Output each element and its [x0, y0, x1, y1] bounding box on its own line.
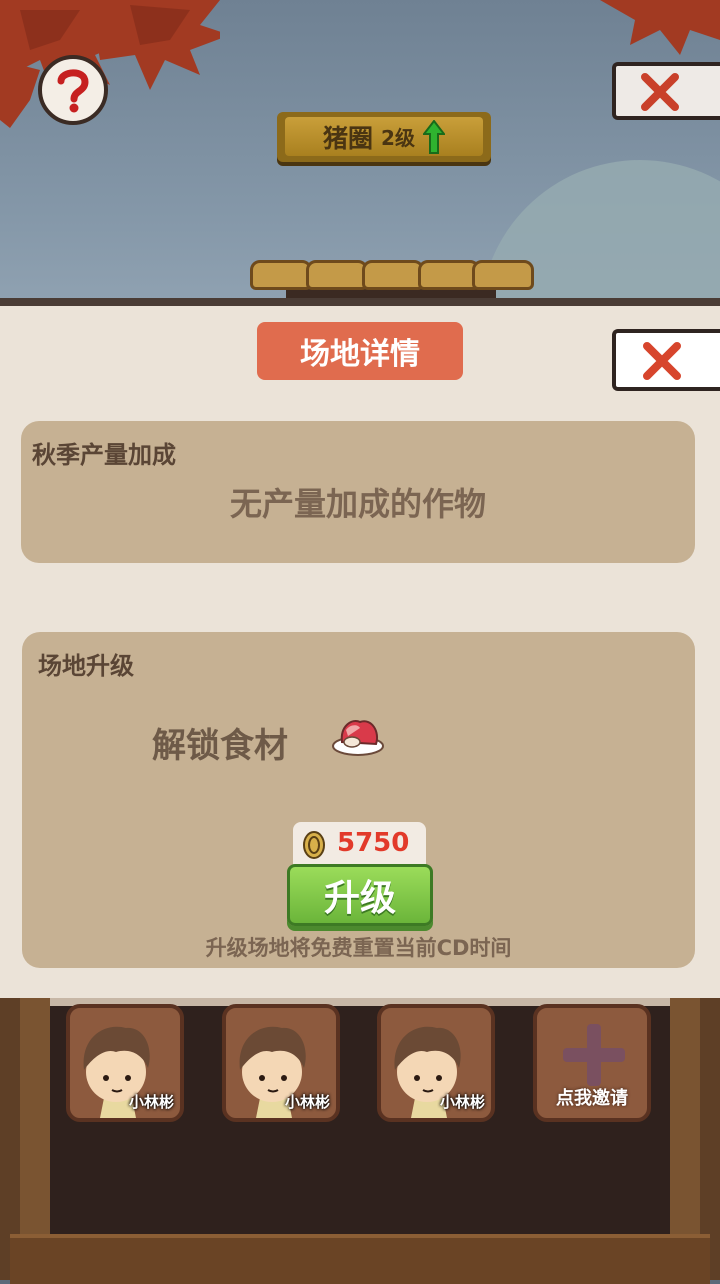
- close-panel-button[interactable]: [612, 329, 720, 391]
- upgrade-note: 升级场地将免费重置当前CD时间: [205, 936, 512, 960]
- coin-icon: [303, 831, 325, 859]
- worker-name: 小林彬: [284, 1093, 330, 1111]
- maple-leaves-right: [600, 0, 720, 55]
- upgrade-label: 场地升级: [38, 652, 134, 680]
- worker-name: 小林彬: [128, 1093, 174, 1111]
- help-button[interactable]: [38, 55, 108, 125]
- upgrade-card: 场地升级 解锁食材 5750 升级 升级场地将免费重置当前CD时间: [22, 632, 695, 968]
- season-bonus-text: 无产量加成的作物: [229, 485, 486, 523]
- building-title-plaque: 猪圈 2级: [277, 112, 491, 162]
- cost-value: 5750: [337, 828, 410, 858]
- maple-leaves-left: [0, 0, 220, 128]
- building-name: 猪圈: [323, 123, 374, 153]
- invite-slot[interactable]: 点我邀请: [533, 1004, 651, 1122]
- pigpen-roof: [250, 256, 534, 298]
- close-x-icon: [643, 342, 681, 380]
- top-scene: 猪圈 2级: [0, 0, 720, 300]
- meat-dish-icon[interactable]: [330, 714, 386, 758]
- details-panel: 场地详情 秋季产量加成 无产量加成的作物 场地升级 解锁食材 5750 升级 升…: [0, 298, 720, 998]
- worker-stall: 小林彬 小林彬 小林彬 点我邀请: [0, 998, 720, 1284]
- upgrade-button[interactable]: 升级: [287, 864, 433, 926]
- question-mark-icon: [57, 69, 89, 113]
- season-bonus-card: 秋季产量加成 无产量加成的作物: [21, 421, 695, 563]
- season-bonus-label: 秋季产量加成: [32, 441, 176, 469]
- level-up-arrow-icon: [422, 119, 445, 154]
- close-x-icon: [641, 73, 679, 111]
- upgrade-cost: 5750: [293, 822, 426, 868]
- panel-title: 场地详情: [257, 322, 463, 380]
- close-scene-button[interactable]: [612, 62, 720, 120]
- worker-slot-1[interactable]: 小林彬: [66, 1004, 184, 1122]
- building-level: 2级: [381, 126, 415, 150]
- invite-label: 点我邀请: [556, 1088, 628, 1109]
- unlock-ingredient-text: 解锁食材: [152, 726, 288, 766]
- worker-slot-3[interactable]: 小林彬: [377, 1004, 495, 1122]
- worker-name: 小林彬: [439, 1093, 485, 1111]
- worker-slot-2[interactable]: 小林彬: [222, 1004, 340, 1122]
- stall-counter: [10, 1234, 710, 1284]
